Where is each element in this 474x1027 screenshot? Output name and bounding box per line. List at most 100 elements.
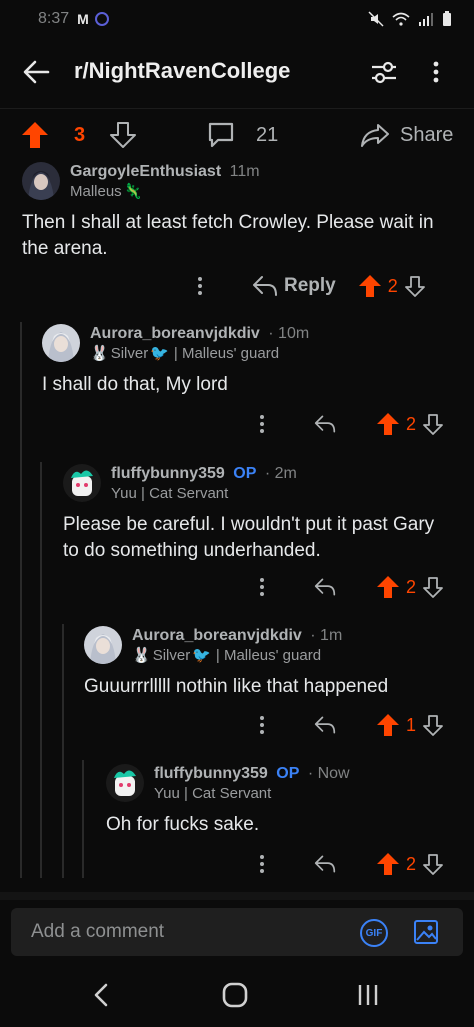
upvote-icon[interactable] xyxy=(376,575,400,599)
avatar[interactable] xyxy=(106,764,144,802)
comment-score: 1 xyxy=(406,714,417,735)
nav-recents-icon[interactable] xyxy=(356,982,380,1008)
comment-time: 11m xyxy=(229,163,260,180)
reply-icon[interactable] xyxy=(314,854,336,874)
user-flair: 🐰 Silver 🐦 | Malleus' guard xyxy=(90,345,280,362)
comment-author[interactable]: Aurora_boreanvjdkdiv xyxy=(90,325,260,342)
subreddit-title[interactable]: r/NightRavenCollege xyxy=(74,58,290,84)
reply-icon[interactable] xyxy=(252,275,278,297)
arrow-left-icon[interactable] xyxy=(20,56,52,88)
avatar[interactable] xyxy=(84,626,122,664)
comment-author[interactable]: fluffybunny359 xyxy=(154,765,268,782)
thread-line xyxy=(82,760,84,878)
downvote-icon[interactable] xyxy=(422,576,444,598)
comment-author[interactable]: GargoyleEnthusiast xyxy=(70,163,221,180)
reply-button[interactable]: Reply xyxy=(284,275,336,297)
comment: GargoyleEnthusiast 11m Malleus 🦎 Then I … xyxy=(22,162,462,262)
op-badge: OP xyxy=(276,765,300,782)
thread-line xyxy=(40,462,42,878)
comment-body: Please be careful. I wouldn't put it pas… xyxy=(63,514,435,561)
share-label[interactable]: Share xyxy=(400,124,453,147)
upvote-icon[interactable] xyxy=(376,412,400,436)
comment-icon[interactable] xyxy=(206,120,236,150)
system-nav-bar xyxy=(0,960,474,1027)
downvote-icon[interactable] xyxy=(422,413,444,435)
upvote-icon[interactable] xyxy=(376,713,400,737)
more-vertical-icon[interactable] xyxy=(254,713,270,737)
comment-score: 2 xyxy=(406,413,417,434)
comment-score: 2 xyxy=(406,853,417,874)
downvote-icon[interactable] xyxy=(422,853,444,875)
divider xyxy=(0,892,474,900)
reply-icon[interactable] xyxy=(314,577,336,597)
signal-icon xyxy=(419,13,433,26)
comment-body: I shall do that, My lord xyxy=(42,374,228,395)
avatar[interactable] xyxy=(22,162,60,200)
comment-actions: 2 xyxy=(254,407,462,441)
comment-score: 2 xyxy=(406,576,417,597)
flair-emoji: 🐰 xyxy=(90,345,109,362)
comment-count: 21 xyxy=(256,123,279,146)
more-vertical-icon[interactable] xyxy=(424,56,448,88)
comment-actions: 2 xyxy=(254,570,462,604)
comment-time: · 2m xyxy=(264,465,297,482)
add-comment-placeholder: Add a comment xyxy=(31,921,165,942)
comment: Aurora_boreanvjdkdiv · 10m 🐰 Silver 🐦 | … xyxy=(42,324,462,398)
comment-time: · Now xyxy=(307,765,350,782)
sliders-icon[interactable] xyxy=(368,56,400,88)
add-comment-input[interactable]: Add a comment GIF xyxy=(11,908,463,956)
more-vertical-icon[interactable] xyxy=(254,852,270,876)
downvote-icon[interactable] xyxy=(109,121,137,149)
mute-icon xyxy=(368,11,384,27)
thread-line xyxy=(20,322,22,878)
comment: fluffybunny359 OP · Now Yuu | Cat Servan… xyxy=(106,764,466,838)
comment-author[interactable]: Aurora_boreanvjdkdiv xyxy=(132,627,302,644)
status-bar: 8:37 M xyxy=(0,0,474,38)
app-header: r/NightRavenCollege xyxy=(0,38,474,106)
downvote-icon[interactable] xyxy=(404,275,426,297)
more-vertical-icon[interactable] xyxy=(254,412,270,436)
share-icon[interactable] xyxy=(360,120,390,150)
gif-label: GIF xyxy=(365,927,383,939)
downvote-icon[interactable] xyxy=(422,714,444,736)
nav-back-icon[interactable] xyxy=(91,982,111,1008)
user-flair: Yuu | Cat Servant xyxy=(154,785,272,802)
gif-button[interactable]: GIF xyxy=(360,919,388,947)
nav-home-icon[interactable] xyxy=(222,982,248,1008)
comment-time: · 1m xyxy=(310,627,343,644)
avatar[interactable] xyxy=(63,464,101,502)
flair-emoji: 🐦 xyxy=(150,345,169,362)
thread-line xyxy=(62,624,64,878)
more-vertical-icon[interactable] xyxy=(192,274,208,298)
comment-body: Oh for fucks sake. xyxy=(106,814,260,835)
gmail-icon: M xyxy=(77,11,89,27)
avatar[interactable] xyxy=(42,324,80,362)
upvote-icon[interactable] xyxy=(20,120,50,150)
comment-actions: Reply 2 xyxy=(192,269,462,303)
user-flair: Malleus 🦎 xyxy=(70,183,143,200)
user-flair: 🐰 Silver 🐦 | Malleus' guard xyxy=(132,647,322,664)
flair-emoji: 🐰 xyxy=(132,647,151,664)
op-badge: OP xyxy=(233,465,257,482)
image-icon[interactable] xyxy=(413,919,439,945)
comment: fluffybunny359 OP · 2m Yuu | Cat Servant… xyxy=(63,464,463,564)
post-action-bar: 3 21 Share xyxy=(0,108,474,162)
reply-icon[interactable] xyxy=(314,715,336,735)
upvote-icon[interactable] xyxy=(358,274,382,298)
flair-emoji: 🐦 xyxy=(192,647,211,664)
comment-author[interactable]: fluffybunny359 xyxy=(111,465,225,482)
app-notification-icon xyxy=(94,12,109,26)
more-vertical-icon[interactable] xyxy=(254,575,270,599)
comment-body: Guuurrrlllll nothin like that happened xyxy=(84,676,389,697)
flair-emoji: 🦎 xyxy=(123,183,143,200)
post-score: 3 xyxy=(74,123,86,146)
comment: Aurora_boreanvjdkdiv · 1m 🐰 Silver 🐦 | M… xyxy=(84,626,464,700)
reply-icon[interactable] xyxy=(314,414,336,434)
wifi-icon xyxy=(392,12,410,26)
status-time: 8:37 xyxy=(38,10,70,27)
comment-actions: 1 xyxy=(254,708,462,742)
comment-body: Then I shall at least fetch Crowley. Ple… xyxy=(22,212,434,259)
user-flair: Yuu | Cat Servant xyxy=(111,485,229,502)
upvote-icon[interactable] xyxy=(376,852,400,876)
battery-icon xyxy=(443,11,451,26)
